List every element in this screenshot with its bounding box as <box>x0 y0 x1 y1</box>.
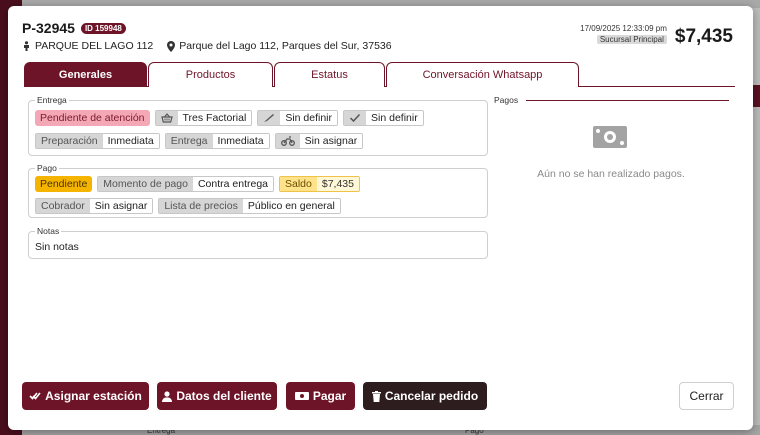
tool-value: Sin definir <box>280 111 338 125</box>
pago-row-2: Cobrador Sin asignar Lista de precios Pú… <box>35 198 341 214</box>
station-chip[interactable]: Tres Factorial <box>154 110 253 126</box>
price-list-value: Público en general <box>242 199 340 213</box>
payment-status-badge: Pendiente <box>35 176 93 192</box>
driver-value: Sin asignar <box>299 134 363 148</box>
order-header: P-32945 ID 159948 PARQUE DEL LAGO 112 Pa… <box>22 20 392 52</box>
check-chip[interactable]: Sin definir <box>343 110 424 126</box>
money-bill-icon <box>592 123 628 154</box>
notes-legend: Notas <box>35 226 62 236</box>
payments-empty-message: Aún no se han realizado pagos. <box>537 168 685 180</box>
tab-bar: Generales Productos Estatus Conversación… <box>24 62 735 87</box>
pago-legend: Pago <box>35 163 59 173</box>
preparation-label: Preparación <box>36 134 103 148</box>
client-data-button[interactable]: Datos del cliente <box>157 382 277 410</box>
collector-value: Sin asignar <box>89 199 153 213</box>
entrega-status-badge: Pendiente de atención <box>35 110 150 126</box>
money-icon <box>294 391 309 401</box>
payment-moment-chip[interactable]: Momento de pago Contra entrega <box>97 176 274 192</box>
collector-label: Cobrador <box>36 199 90 213</box>
order-summary: 17/09/2025 12:33:09 pm Sucursal Principa… <box>580 24 733 48</box>
motorcycle-icon <box>275 134 300 148</box>
check-value: Sin definir <box>366 111 423 125</box>
tab-estatus[interactable]: Estatus <box>274 62 385 87</box>
tool-chip[interactable]: Sin definir <box>257 110 339 126</box>
preparation-chip[interactable]: Preparación Inmediata <box>35 133 160 149</box>
entrega-row-2: Preparación Inmediata Entrega Inmediata … <box>35 133 364 149</box>
delivery-address: Parque del Lago 112, Parques del Sur, 37… <box>179 40 392 52</box>
payment-moment-label: Momento de pago <box>98 177 193 191</box>
order-modal: P-32945 ID 159948 PARQUE DEL LAGO 112 Pa… <box>8 6 753 430</box>
payment-moment-value: Contra entrega <box>192 177 273 191</box>
delivery-time-chip[interactable]: Entrega Inmediata <box>164 133 270 149</box>
order-total: $7,435 <box>674 26 733 47</box>
cancel-order-label: Cancelar pedido <box>384 389 479 403</box>
balance-chip: Saldo $7,435 <box>279 176 360 192</box>
order-id-badge: ID 159948 <box>80 22 126 34</box>
knife-icon <box>258 111 281 125</box>
user-icon <box>162 390 173 402</box>
check-icon <box>344 111 367 125</box>
payments-legend: Pagos <box>494 95 519 105</box>
tab-generales[interactable]: Generales <box>24 62 147 87</box>
client-data-label: Datos del cliente <box>176 389 272 403</box>
entrega-section: Entrega Pendiente de atención Tres Facto… <box>28 95 488 156</box>
location-pin-icon <box>167 40 176 52</box>
basket-icon <box>155 111 178 125</box>
payments-divider <box>526 100 729 101</box>
assign-station-label: Asignar estación <box>45 389 142 403</box>
station-value: Tres Factorial <box>177 111 252 125</box>
entrega-row-1: Pendiente de atención Tres Factorial Sin… <box>35 110 424 126</box>
price-list-label: Lista de precios <box>159 199 243 213</box>
close-button[interactable]: Cerrar <box>679 382 734 410</box>
notes-text: Sin notas <box>35 241 79 253</box>
branch-badge: Sucursal Principal <box>596 35 667 44</box>
notes-field[interactable]: Notas Sin notas <box>28 226 488 259</box>
pago-row-1: Pendiente Momento de pago Contra entrega… <box>35 176 360 192</box>
pay-label: Pagar <box>312 389 347 403</box>
background-accent <box>752 85 760 107</box>
pago-section: Pago Pendiente Momento de pago Contra en… <box>28 163 488 218</box>
delivery-time-value: Inmediata <box>212 134 269 148</box>
balance-label: Saldo <box>280 177 317 191</box>
collector-chip[interactable]: Cobrador Sin asignar <box>35 198 154 214</box>
trash-icon <box>371 390 381 402</box>
order-datetime: 17/09/2025 12:33:09 pm <box>580 24 667 33</box>
double-check-icon <box>29 391 41 401</box>
cancel-order-button[interactable]: Cancelar pedido <box>363 382 487 410</box>
entrega-legend: Entrega <box>35 95 69 105</box>
preparation-value: Inmediata <box>102 134 159 148</box>
order-code: P-32945 <box>22 20 75 36</box>
person-icon <box>22 41 31 51</box>
price-list-chip[interactable]: Lista de precios Público en general <box>158 198 341 214</box>
driver-chip[interactable]: Sin asignar <box>274 133 364 149</box>
delivery-time-label: Entrega <box>165 134 213 148</box>
delivery-place: PARQUE DEL LAGO 112 <box>35 40 154 52</box>
assign-station-button[interactable]: Asignar estación <box>22 382 149 410</box>
pay-button[interactable]: Pagar <box>286 382 355 410</box>
balance-value: $7,435 <box>316 177 359 191</box>
tab-productos[interactable]: Productos <box>148 62 273 87</box>
tab-conversacion-whatsapp[interactable]: Conversación Whatsapp <box>386 62 579 87</box>
